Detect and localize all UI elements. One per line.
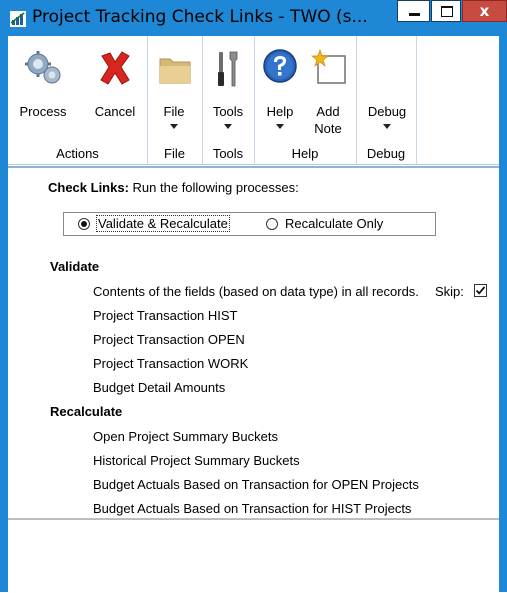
chart-app-icon <box>10 11 26 27</box>
ribbon-group-tools: Tools Tools <box>202 36 255 164</box>
recalculate-only-radio[interactable] <box>266 218 278 230</box>
skip-label: Skip: <box>435 284 464 299</box>
recalculate-item: Open Project Summary Buckets <box>93 429 278 444</box>
gears-icon <box>25 51 61 84</box>
skip-checkbox[interactable] <box>474 284 487 297</box>
check-links-form: Check Links: Run the following processes… <box>8 168 499 518</box>
check-links-heading: Check Links: Run the following processes… <box>48 180 299 195</box>
minimize-button[interactable] <box>397 0 430 22</box>
debug-group-label: Debug <box>366 146 406 161</box>
ribbon-group-help: Help Add Note Help <box>254 36 357 164</box>
help-label: Help <box>266 104 294 119</box>
help-group-label: Help <box>291 146 319 161</box>
add-note-button[interactable]: Add Note <box>304 36 352 142</box>
tools-icon <box>218 51 238 87</box>
actions-group-label: Actions <box>56 146 99 161</box>
status-divider <box>8 519 499 520</box>
tools-button[interactable]: Tools <box>203 36 253 142</box>
validate-recalculate-option[interactable]: Validate & Recalculate <box>96 215 230 232</box>
check-links-label: Check Links: <box>48 180 129 195</box>
ribbon: Process Cancel Actions File File Tools T… <box>8 36 499 165</box>
maximize-button[interactable] <box>431 0 461 22</box>
file-chevron-down-icon <box>170 124 178 129</box>
recalculate-only-option[interactable]: Recalculate Only <box>285 216 383 231</box>
file-label: File <box>163 104 185 119</box>
window-title: Project Tracking Check Links - TWO (s... <box>32 7 368 27</box>
tools-chevron-down-icon <box>224 124 232 129</box>
client-area: Process Cancel Actions File File Tools T… <box>8 36 499 593</box>
add-note-label-line1: Add <box>316 104 340 119</box>
check-links-description: Run the following processes: <box>132 180 299 195</box>
validate-item: Contents of the fields (based on data ty… <box>93 284 419 299</box>
tools-group-label: Tools <box>212 146 244 161</box>
debug-button[interactable]: Debug <box>360 36 414 142</box>
close-button[interactable]: x <box>462 0 507 22</box>
red-x-icon <box>100 51 130 85</box>
debug-chevron-down-icon <box>383 124 391 129</box>
debug-label: Debug <box>367 104 407 119</box>
file-button[interactable]: File <box>149 36 199 142</box>
validate-item: Project Transaction HIST <box>93 308 238 323</box>
process-option-group: Validate & Recalculate Recalculate Only <box>63 212 436 236</box>
validate-item: Project Transaction OPEN <box>93 332 245 347</box>
close-icon: x <box>479 2 490 20</box>
checkmark-icon <box>475 286 486 295</box>
validate-heading: Validate <box>50 259 100 274</box>
cancel-label: Cancel <box>94 104 136 119</box>
help-button[interactable]: Help <box>258 36 302 142</box>
add-note-label-line2: Note <box>314 121 342 136</box>
help-icon <box>263 49 297 83</box>
tools-label: Tools <box>212 104 244 119</box>
recalculate-item: Historical Project Summary Buckets <box>93 453 300 468</box>
validate-item: Project Transaction WORK <box>93 356 249 371</box>
process-button[interactable]: Process <box>16 36 70 142</box>
recalculate-item: Budget Actuals Based on Transaction for … <box>93 477 419 492</box>
note-icon <box>310 48 346 84</box>
cancel-button[interactable]: Cancel <box>88 36 142 142</box>
window: Project Tracking Check Links - TWO (s...… <box>0 0 507 593</box>
ribbon-group-file: File File <box>147 36 203 164</box>
ribbon-group-debug: Debug Debug <box>356 36 417 164</box>
help-chevron-down-icon <box>276 124 284 129</box>
validate-recalculate-radio[interactable] <box>78 218 90 230</box>
process-label: Process <box>19 104 67 119</box>
status-bar <box>8 518 499 593</box>
file-group-label: File <box>164 146 185 161</box>
folder-icon <box>159 58 191 84</box>
recalculate-item: Budget Actuals Based on Transaction for … <box>93 501 412 516</box>
recalculate-heading: Recalculate <box>50 404 123 419</box>
title-bar[interactable]: Project Tracking Check Links - TWO (s...… <box>0 0 507 36</box>
ribbon-group-actions: Process Cancel Actions <box>8 36 148 164</box>
validate-item: Budget Detail Amounts <box>93 380 226 395</box>
